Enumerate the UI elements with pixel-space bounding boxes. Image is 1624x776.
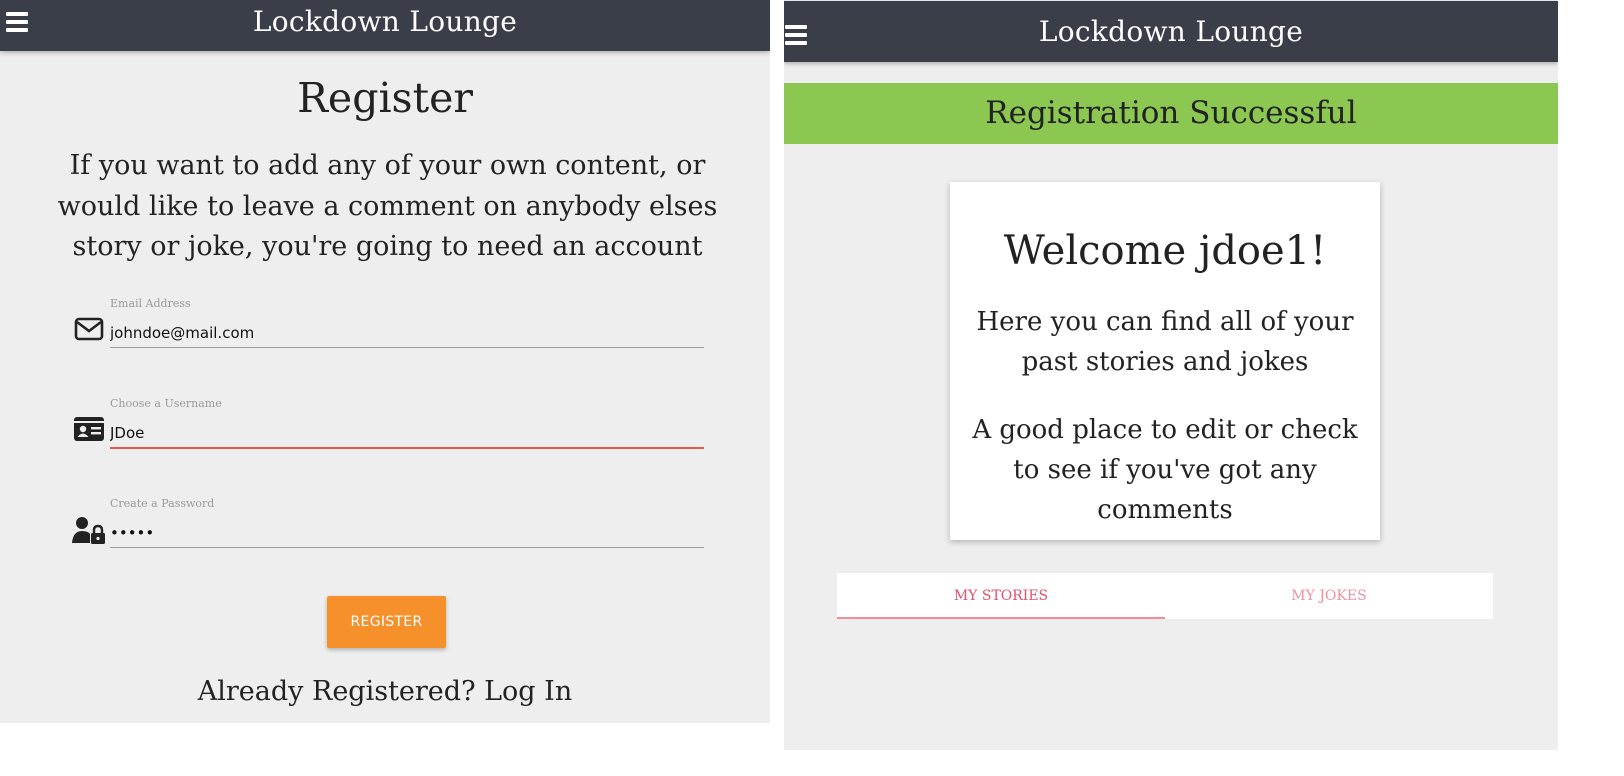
- page-title: Register: [297, 74, 473, 122]
- top-navbar: Lockdown Lounge: [0, 0, 770, 51]
- email-field-group: Email Address: [72, 297, 704, 357]
- tab-label: MY STORIES: [953, 588, 1049, 604]
- user-lock-icon: [72, 517, 105, 544]
- password-input[interactable]: [110, 519, 704, 548]
- password-field-label: Create a Password: [110, 497, 215, 510]
- app-title: Lockdown Lounge: [1038, 15, 1304, 48]
- login-link[interactable]: Already Registered? Log In: [0, 676, 770, 707]
- username-input[interactable]: [110, 419, 704, 449]
- id-card-icon: [74, 417, 104, 441]
- tab-my-jokes[interactable]: MY JOKES: [1165, 573, 1493, 619]
- profile-screen: Lockdown Lounge Registration Successful …: [784, 0, 1558, 750]
- welcome-card: Welcome jdoe1! Here you can find all of …: [950, 182, 1380, 540]
- email-input[interactable]: [110, 319, 704, 348]
- welcome-title: Welcome jdoe1!: [1003, 228, 1327, 274]
- register-button[interactable]: REGISTER: [327, 596, 446, 648]
- register-intro-text: If you want to add any of your own conte…: [57, 150, 718, 262]
- success-banner-text: Registration Successful: [985, 95, 1357, 131]
- register-screen: Lockdown Lounge Register If you want to …: [0, 0, 770, 723]
- content-tabs: MY STORIES MY JOKES: [837, 573, 1493, 619]
- username-field-group: Choose a Username: [72, 397, 704, 457]
- username-field-label: Choose a Username: [110, 397, 222, 410]
- top-navbar: Lockdown Lounge: [784, 1, 1558, 62]
- active-tab-indicator: [837, 617, 1165, 619]
- tab-my-stories[interactable]: MY STORIES: [837, 573, 1165, 619]
- email-field-label: Email Address: [110, 297, 191, 310]
- password-field-group: Create a Password: [72, 497, 704, 557]
- welcome-text-line: Here you can find all of your past stori…: [976, 307, 1354, 377]
- welcome-text-line: A good place to edit or check to see if …: [972, 415, 1358, 525]
- success-banner: Registration Successful: [784, 83, 1558, 144]
- envelope-icon: [74, 317, 104, 341]
- tab-label: MY JOKES: [1291, 588, 1367, 604]
- app-title: Lockdown Lounge: [252, 5, 518, 38]
